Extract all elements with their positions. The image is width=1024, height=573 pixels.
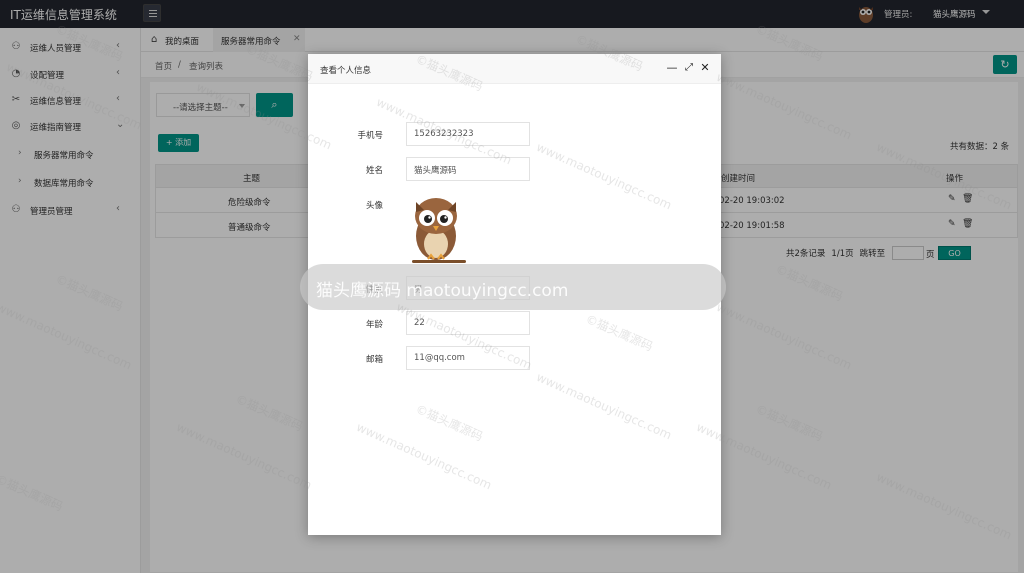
avatar-label: 头像 — [365, 201, 383, 211]
modal-title: 查看个人信息 — [320, 66, 372, 76]
close-icon[interactable]: ✕ — [699, 61, 711, 75]
age-field[interactable]: 22 — [406, 311, 530, 335]
maximize-icon[interactable]: ⤢ — [683, 61, 695, 75]
name-field[interactable]: 猫头鹰源码 — [406, 157, 530, 181]
phone-label: 手机号 — [357, 131, 383, 141]
phone-field[interactable]: 15263232323 — [406, 122, 530, 146]
watermark-banner-text: 猫头鹰源码 maotouyingcc.com — [316, 281, 569, 301]
email-label: 邮箱 — [365, 355, 383, 365]
email-field[interactable]: 11@qq.com — [406, 346, 530, 370]
age-label: 年龄 — [365, 320, 383, 330]
watermark-banner: 猫头鹰源码 maotouyingcc.com — [300, 264, 726, 310]
name-label: 姓名 — [365, 166, 383, 176]
modal-header: 查看个人信息 — ⤢ ✕ — [308, 54, 721, 84]
owl-avatar-image — [412, 198, 466, 263]
minimize-icon[interactable]: — — [666, 61, 678, 75]
